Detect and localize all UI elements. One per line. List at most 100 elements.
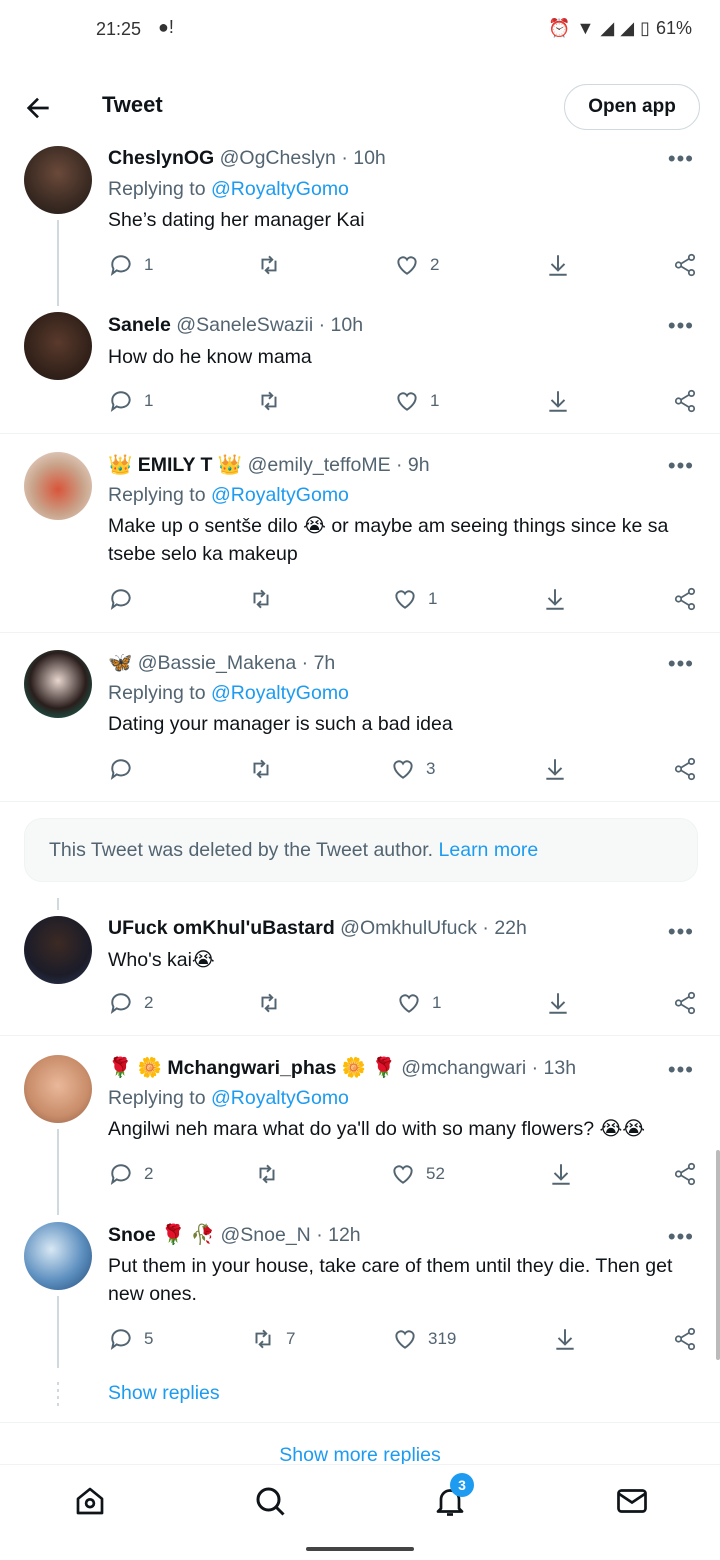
retweet-button[interactable] — [248, 756, 284, 782]
bottom-nav — [0, 1464, 720, 1536]
status-time: 21:25 — [96, 19, 142, 39]
open-app-button[interactable]: Open app — [564, 84, 700, 130]
tweet[interactable]: Sanele @SaneleSwazii · 10h ••• How do he… — [0, 306, 720, 432]
reply-button[interactable]: 5 — [108, 1326, 153, 1352]
tweet-text: Angilwi neh mara what do ya'll do with s… — [108, 1118, 646, 1140]
like-button[interactable]: 1 — [392, 586, 437, 612]
learn-more-link[interactable]: Learn more — [439, 839, 539, 861]
like-button[interactable]: 319 — [392, 1326, 456, 1352]
download-icon — [549, 391, 567, 412]
reply-icon — [110, 1164, 131, 1186]
author-name[interactable]: UFuck omKhul'uBastard — [108, 917, 335, 939]
download-button[interactable] — [542, 756, 568, 782]
tweet-actions: 1 1 — [108, 388, 698, 418]
thread-line — [57, 1296, 59, 1368]
share-button[interactable] — [672, 990, 698, 1016]
gesture-home-bar[interactable] — [306, 1547, 414, 1551]
wifi-icon: ▼ — [576, 18, 595, 38]
battery-level: 61% — [655, 18, 692, 38]
author-name[interactable]: 🦋 — [108, 652, 132, 674]
tweet[interactable]: 🦋 @Bassie_Makena · 7h ••• Replying to @R… — [0, 644, 720, 800]
retweet-button[interactable] — [248, 586, 284, 612]
page-title: Tweet — [102, 92, 163, 117]
more-options-icon[interactable]: ••• — [668, 146, 694, 172]
author-name[interactable]: Snoe 🌹 🥀 — [108, 1224, 215, 1246]
tweet-actions: 2 1 — [108, 990, 698, 1020]
retweet-icon — [253, 759, 269, 779]
reply-button[interactable]: 1 — [108, 388, 153, 414]
reply-button[interactable]: 1 — [108, 252, 153, 278]
download-button[interactable] — [542, 586, 568, 612]
more-options-icon[interactable]: ••• — [668, 1224, 694, 1250]
download-button[interactable] — [545, 252, 571, 278]
share-button[interactable] — [672, 252, 698, 278]
tweet[interactable]: CheslynOG @OgCheslyn · 10h ••• Replying … — [0, 140, 720, 306]
share-button[interactable] — [672, 1161, 698, 1187]
avatar[interactable] — [24, 146, 92, 214]
share-button[interactable] — [672, 1326, 698, 1352]
more-options-icon[interactable]: ••• — [668, 453, 694, 479]
divider — [0, 433, 720, 434]
reply-button[interactable]: 2 — [108, 990, 153, 1016]
avatar[interactable] — [24, 452, 92, 520]
replying-to-link[interactable]: @RoyaltyGomo — [211, 484, 349, 506]
download-icon — [549, 255, 567, 276]
share-icon — [674, 991, 696, 1015]
like-button[interactable]: 52 — [390, 1161, 445, 1187]
share-button[interactable] — [672, 388, 698, 414]
scrollbar[interactable] — [716, 1150, 720, 1360]
avatar[interactable] — [24, 1222, 92, 1290]
avatar[interactable] — [24, 916, 92, 984]
heart-icon — [399, 994, 419, 1013]
avatar[interactable] — [24, 1055, 92, 1123]
thread-dotted-line — [57, 1382, 59, 1408]
tweet-time: · 10h — [318, 314, 364, 336]
home-icon[interactable] — [72, 1483, 108, 1519]
more-options-icon[interactable]: ••• — [668, 651, 694, 677]
reply-count: 2 — [144, 1164, 154, 1183]
download-button[interactable] — [545, 388, 571, 414]
retweet-button[interactable] — [256, 990, 292, 1016]
search-icon[interactable] — [252, 1483, 288, 1519]
divider — [0, 632, 720, 633]
download-button[interactable] — [552, 1326, 578, 1352]
tweet[interactable]: 🌹 🌼 Mchangwari_phas 🌼 🌹 @mchangwari · 13… — [0, 1049, 720, 1215]
retweet-button[interactable] — [256, 252, 292, 278]
reply-count: 2 — [144, 993, 154, 1012]
reply-button[interactable]: 2 — [108, 1161, 153, 1187]
download-icon — [556, 1329, 574, 1350]
like-button[interactable]: 1 — [396, 990, 441, 1016]
replying-to-link[interactable]: @RoyaltyGomo — [211, 1087, 349, 1109]
author-name[interactable]: Sanele — [108, 314, 171, 336]
retweet-button[interactable] — [256, 388, 292, 414]
avatar[interactable] — [24, 650, 92, 718]
author-name[interactable]: CheslynOG — [108, 147, 214, 169]
like-button[interactable]: 1 — [394, 388, 439, 414]
tweet[interactable]: 👑 EMILY T 👑 @emily_teffoME · 9h ••• Repl… — [0, 446, 720, 630]
replying-to-link[interactable]: @RoyaltyGomo — [211, 682, 349, 704]
author-name[interactable]: 👑 EMILY T 👑 — [108, 454, 242, 476]
share-button[interactable] — [672, 586, 698, 612]
tweet[interactable]: Snoe 🌹 🥀 @Snoe_N · 12h ••• Put them in y… — [0, 1216, 720, 1376]
tweet[interactable]: UFuck omKhul'uBastard @OmkhulUfuck · 22h… — [0, 910, 720, 1034]
more-options-icon[interactable]: ••• — [668, 313, 694, 339]
avatar[interactable] — [24, 312, 92, 380]
more-options-icon[interactable]: ••• — [668, 1057, 694, 1083]
back-arrow-icon[interactable] — [22, 92, 54, 124]
more-options-icon[interactable]: ••• — [668, 919, 694, 945]
show-replies-link[interactable]: Show replies — [108, 1382, 220, 1405]
download-button[interactable] — [548, 1161, 574, 1187]
reply-button[interactable] — [108, 586, 144, 612]
mail-icon[interactable] — [614, 1483, 650, 1519]
replying-to-link[interactable]: @RoyaltyGomo — [211, 178, 349, 200]
download-button[interactable] — [545, 990, 571, 1016]
like-button[interactable]: 2 — [394, 252, 439, 278]
like-button[interactable]: 3 — [390, 756, 435, 782]
heart-icon — [395, 590, 415, 609]
like-count: 52 — [426, 1164, 445, 1183]
author-name[interactable]: 🌹 🌼 Mchangwari_phas 🌼 🌹 — [108, 1057, 396, 1079]
share-button[interactable] — [672, 756, 698, 782]
reply-button[interactable] — [108, 756, 144, 782]
retweet-button[interactable]: 7 — [250, 1326, 295, 1352]
retweet-button[interactable] — [254, 1161, 290, 1187]
